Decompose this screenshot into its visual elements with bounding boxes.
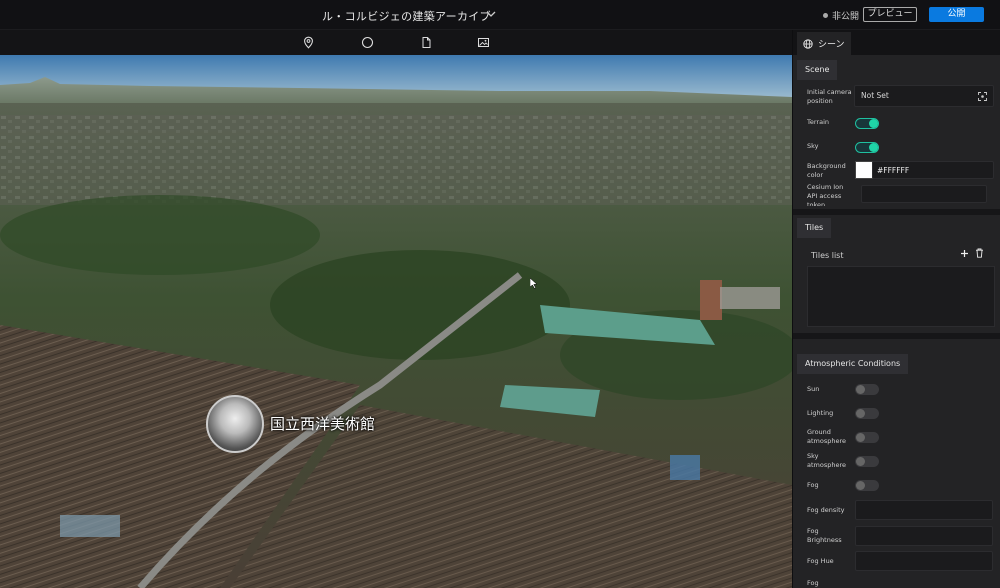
image-icon[interactable] bbox=[477, 36, 490, 49]
fog-brightness-label: Fog Brightness bbox=[807, 527, 842, 544]
terrain-label: Terrain bbox=[807, 118, 830, 126]
circle-icon[interactable] bbox=[361, 36, 374, 49]
fog-hue-label: Fog Hue bbox=[807, 557, 834, 565]
cesium-token-label: Cesium Ion API access token bbox=[807, 183, 844, 206]
tiles-list-label: Tiles list bbox=[811, 251, 844, 260]
fog-hue-input[interactable] bbox=[855, 551, 993, 571]
sky-atmosphere-toggle[interactable] bbox=[855, 456, 879, 467]
fog-label: Fog bbox=[807, 481, 819, 489]
marker-label[interactable]: 国立西洋美術館 bbox=[270, 413, 375, 434]
toggle-knob bbox=[856, 409, 865, 418]
viewport-toolbar bbox=[0, 30, 792, 55]
section-divider bbox=[793, 333, 1000, 339]
camera-value: Not Set bbox=[861, 91, 889, 100]
fog-brightness-input[interactable] bbox=[855, 526, 993, 546]
publish-button[interactable]: 公開 bbox=[929, 7, 984, 22]
fog-more-label: Fog bbox=[807, 579, 819, 587]
cursor-icon bbox=[530, 278, 538, 289]
terrain-toggle[interactable] bbox=[855, 118, 879, 129]
map-pin-icon[interactable] bbox=[302, 36, 315, 49]
toggle-knob bbox=[869, 119, 878, 128]
tab-scene-label: シーン bbox=[818, 40, 845, 50]
add-icon[interactable] bbox=[960, 249, 969, 258]
background-color-label: Background color bbox=[807, 162, 846, 179]
cesium-token-input[interactable] bbox=[861, 185, 987, 203]
section-divider bbox=[793, 209, 1000, 215]
map-viewport[interactable]: 国立西洋美術館 bbox=[0, 55, 792, 588]
lighting-label: Lighting bbox=[807, 409, 834, 417]
tab-scene[interactable]: シーン bbox=[797, 32, 851, 55]
tiles-list-box[interactable] bbox=[807, 266, 995, 327]
camera-label: Initial camera position bbox=[807, 88, 852, 105]
status-dot-icon bbox=[823, 13, 828, 18]
publish-status: 非公開 bbox=[823, 9, 859, 22]
ground-atmosphere-label: Ground atmosphere bbox=[807, 428, 846, 445]
status-text: 非公開 bbox=[832, 12, 860, 22]
top-bar: ル・コルビジェの建築アーカイブ 非公開 プレビュー 公開 bbox=[0, 0, 1000, 30]
fog-density-input[interactable] bbox=[855, 500, 993, 520]
capture-icon[interactable] bbox=[978, 92, 987, 101]
toggle-knob bbox=[856, 481, 865, 490]
section-scene-title: Scene bbox=[797, 60, 838, 80]
lighting-toggle[interactable] bbox=[855, 408, 879, 419]
background-color-swatch[interactable] bbox=[855, 161, 873, 179]
preview-button[interactable]: プレビュー bbox=[863, 7, 917, 22]
background-color-field[interactable]: #FFFFFF bbox=[872, 161, 994, 179]
sky-atmosphere-label: Sky atmosphere bbox=[807, 452, 846, 469]
project-title[interactable]: ル・コルビジェの建築アーカイブ bbox=[322, 8, 491, 24]
toggle-knob bbox=[856, 457, 865, 466]
section-atmosphere-title: Atmospheric Conditions bbox=[797, 354, 909, 374]
trash-icon[interactable] bbox=[975, 248, 984, 258]
fog-toggle[interactable] bbox=[855, 480, 879, 491]
toggle-knob bbox=[856, 385, 865, 394]
chevron-down-icon[interactable] bbox=[485, 8, 497, 20]
sun-toggle[interactable] bbox=[855, 384, 879, 395]
toggle-knob bbox=[856, 433, 865, 442]
document-icon[interactable] bbox=[420, 36, 433, 49]
settings-panel: シーン Scene Initial camera position Not Se… bbox=[792, 30, 1000, 588]
background-color-value: #FFFFFF bbox=[877, 166, 910, 175]
fog-density-label: Fog density bbox=[807, 506, 845, 514]
sky-label: Sky bbox=[807, 142, 819, 150]
sky-toggle[interactable] bbox=[855, 142, 879, 153]
toggle-knob bbox=[869, 143, 878, 152]
terrain-render bbox=[0, 55, 792, 588]
globe-icon bbox=[803, 38, 813, 49]
sun-label: Sun bbox=[807, 385, 820, 393]
panel-tab-strip: シーン bbox=[793, 30, 1000, 55]
camera-position-field[interactable]: Not Set bbox=[854, 85, 994, 107]
marker-avatar[interactable] bbox=[206, 395, 264, 453]
section-tiles-title: Tiles bbox=[797, 218, 832, 238]
ground-atmosphere-toggle[interactable] bbox=[855, 432, 879, 443]
